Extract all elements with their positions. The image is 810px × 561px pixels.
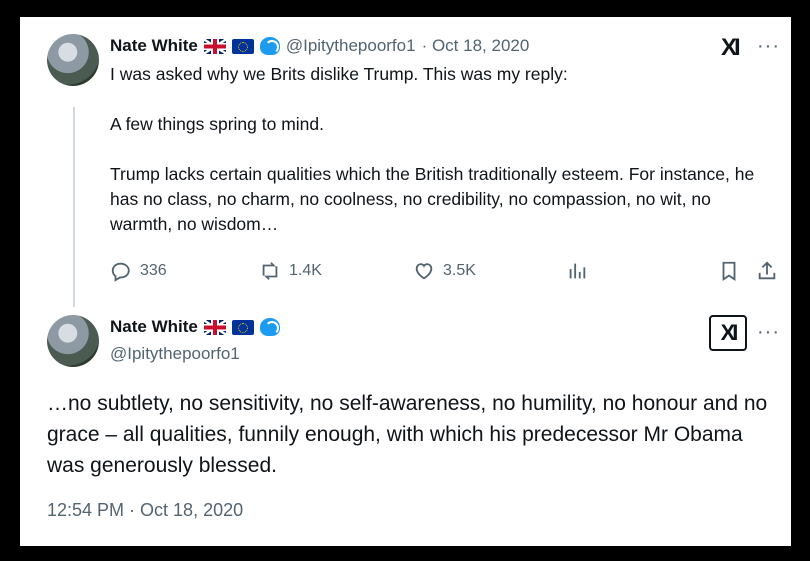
heart-icon <box>415 263 433 280</box>
thread-line <box>73 107 75 307</box>
author-handle[interactable]: @Ipitythepoorfo1 <box>110 344 240 364</box>
grok-icon[interactable]: XI <box>709 315 747 351</box>
tweet-actions: 336 1.4K 3.5K <box>108 260 788 290</box>
repost-icon <box>262 262 278 280</box>
tweet2-header: Nate White <box>110 317 280 337</box>
author-handle[interactable]: @Ipitythepoorfo1 <box>286 36 416 56</box>
tweet-card: Nate White @Ipitythepoorfo1 · Oct 18, 20… <box>20 17 791 546</box>
author-name[interactable]: Nate White <box>110 317 198 337</box>
bookmark-icon <box>722 261 736 281</box>
eu-flag-icon <box>231 319 254 335</box>
wave-icon <box>259 318 280 336</box>
more-icon[interactable]: ··· <box>757 321 780 344</box>
tweet2-text: …no subtlety, no sensitivity, no self-aw… <box>47 392 768 477</box>
bar-chart-icon <box>569 263 586 279</box>
reply-count: 336 <box>140 262 167 279</box>
tweet2-handle-row: @Ipitythepoorfo1 <box>110 344 240 364</box>
share-icon <box>758 261 776 280</box>
author-name[interactable]: Nate White <box>110 36 198 56</box>
uk-flag-icon <box>203 38 226 54</box>
tweet-timestamp[interactable]: 12:54 PM · Oct 18, 2020 <box>47 500 243 521</box>
share-button[interactable] <box>756 260 778 282</box>
reply-button[interactable]: 336 <box>110 260 167 282</box>
like-count: 3.5K <box>443 262 476 279</box>
uk-flag-icon <box>203 319 226 335</box>
tweet1-header: Nate White @Ipitythepoorfo1 · Oct 18, 20… <box>110 36 529 56</box>
tweet1-text: I was asked why we Brits dislike Trump. … <box>110 64 755 234</box>
like-button[interactable]: 3.5K <box>413 260 476 282</box>
views-button[interactable] <box>566 260 588 282</box>
eu-flag-icon <box>231 38 254 54</box>
repost-count: 1.4K <box>289 262 322 279</box>
more-icon[interactable]: ··· <box>757 35 780 58</box>
avatar[interactable] <box>47 315 99 367</box>
wave-icon <box>259 37 280 55</box>
tweet-date[interactable]: · Oct 18, 2020 <box>422 36 530 56</box>
repost-button[interactable]: 1.4K <box>259 260 322 282</box>
bookmark-button[interactable] <box>718 260 740 282</box>
reply-icon <box>111 262 130 282</box>
grok-icon[interactable]: XI <box>721 34 741 62</box>
avatar[interactable] <box>47 34 99 86</box>
